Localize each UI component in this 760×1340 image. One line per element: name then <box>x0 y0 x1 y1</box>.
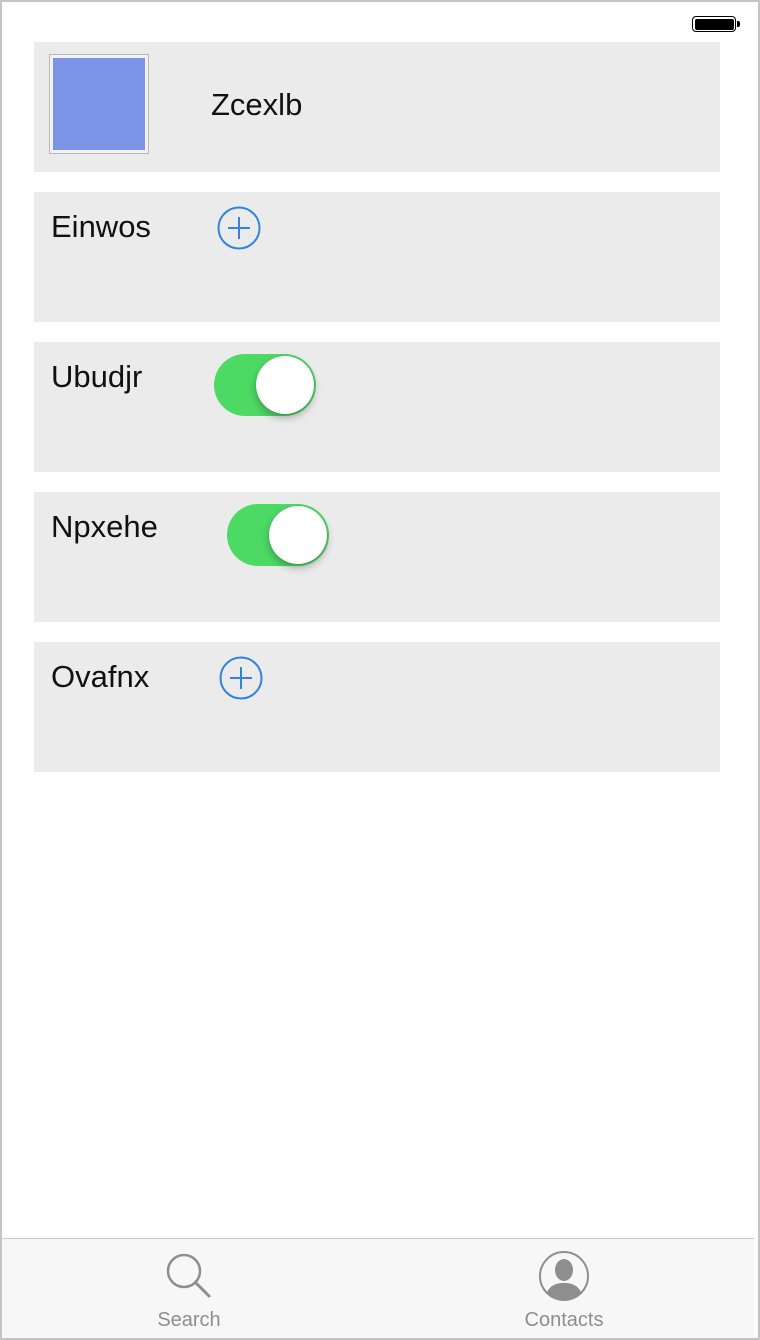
plus-circle-icon <box>219 656 263 700</box>
plus-circle-icon <box>217 206 261 250</box>
contacts-icon <box>539 1251 589 1301</box>
toggle-knob <box>256 356 314 414</box>
tab-label: Search <box>157 1309 221 1331</box>
battery-tip <box>737 21 740 27</box>
row-npxehe: Npxehe <box>34 492 720 622</box>
profile-card[interactable]: Zcexlb <box>34 42 720 172</box>
avatar[interactable] <box>49 54 149 154</box>
toggle-switch[interactable] <box>227 504 329 566</box>
row-ovafnx: Ovafnx <box>34 642 720 772</box>
tab-contacts[interactable]: Contacts <box>474 1239 654 1338</box>
tab-bar: Search Contacts <box>2 1238 754 1338</box>
row-label: Ovafnx <box>51 659 150 694</box>
row-label: Npxehe <box>51 509 158 544</box>
toggle-switch[interactable] <box>214 354 316 416</box>
avatar-image <box>53 58 145 150</box>
row-einwos: Einwos <box>34 192 720 322</box>
toggle-knob <box>269 506 327 564</box>
row-label: Ubudjr <box>51 359 143 394</box>
battery-icon <box>692 16 736 32</box>
row-label: Einwos <box>51 209 151 244</box>
phone-screen: Zcexlb Einwos Ubudjr Npxehe Ovafnx Searc… <box>0 0 760 1340</box>
add-button[interactable] <box>217 206 261 250</box>
add-button[interactable] <box>219 656 263 700</box>
tab-label: Contacts <box>524 1309 604 1331</box>
row-ubudjr: Ubudjr <box>34 342 720 472</box>
profile-name: Zcexlb <box>211 87 303 122</box>
search-icon <box>166 1253 211 1298</box>
tab-search[interactable]: Search <box>99 1239 279 1338</box>
status-bar <box>2 2 754 42</box>
